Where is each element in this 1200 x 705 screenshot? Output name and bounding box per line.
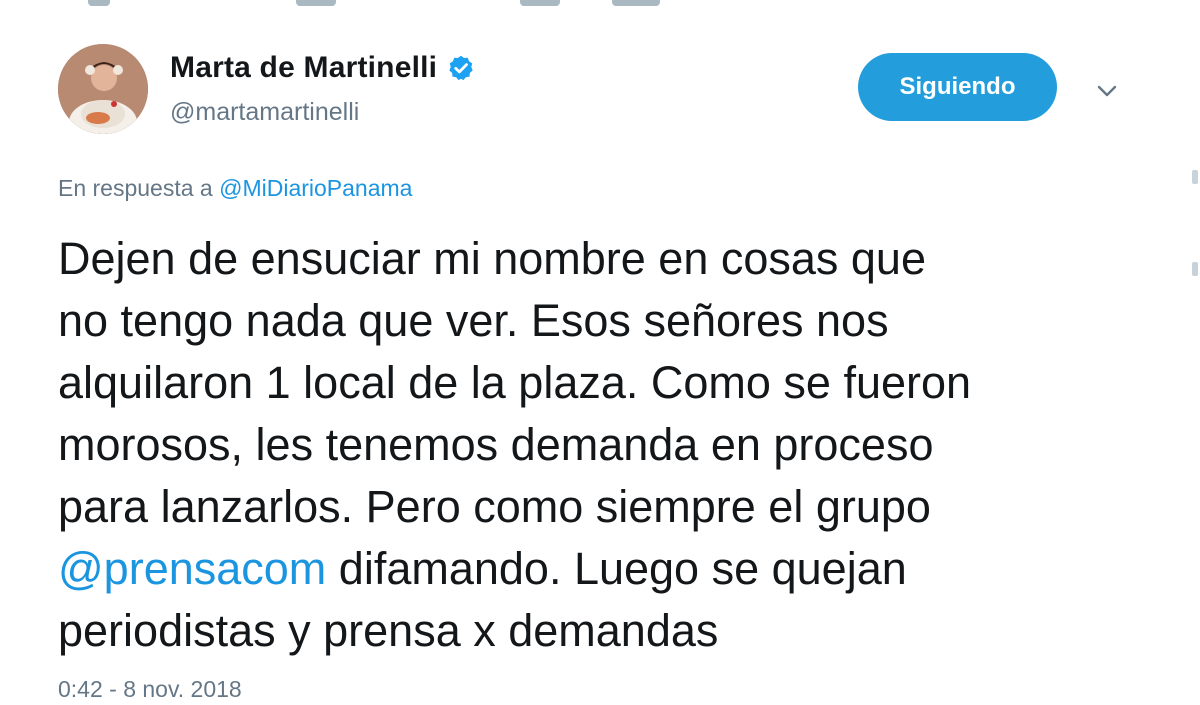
reply-context: En respuesta a @MiDiarioPanama <box>58 175 412 202</box>
tweet-text-line: para lanzarlos. Pero como siempre el gru… <box>58 476 1158 538</box>
avatar[interactable] <box>58 44 148 134</box>
tweet-text-segment: para lanzarlos. Pero como siempre el gru… <box>58 481 931 532</box>
tweet-text: Dejen de ensuciar mi nombre en cosas que… <box>58 228 1158 662</box>
tweet-text-segment: difamando. Luego se quejan <box>326 543 907 594</box>
user-name-text: Marta de Martinelli <box>170 51 438 84</box>
tweet-text-line: no tengo nada que ver. Esos señores nos <box>58 290 1158 352</box>
reply-to-mention[interactable]: @MiDiarioPanama <box>219 175 412 201</box>
reply-prefix: En respuesta a <box>58 175 213 201</box>
tweet-card: Marta de Martinelli @martamartinelli Sig… <box>0 0 1200 705</box>
tweet-text-segment: no tengo nada que ver. Esos señores nos <box>58 295 889 346</box>
tweet-text-segment: Dejen de ensuciar mi nombre en cosas que <box>58 233 926 284</box>
user-name[interactable]: Marta de Martinelli <box>170 51 475 85</box>
tweet-text-segment: alquilaron 1 local de la plaza. Como se … <box>58 357 972 408</box>
tweet-timestamp[interactable]: 0:42 - 8 nov. 2018 <box>58 676 242 703</box>
tweet-text-line: Dejen de ensuciar mi nombre en cosas que <box>58 228 1158 290</box>
chevron-down-icon[interactable] <box>1094 78 1120 104</box>
tweet-text-line: @prensacom difamando. Luego se quejan <box>58 538 1158 600</box>
verified-badge-icon <box>447 54 475 82</box>
tweet-mention-prensacom[interactable]: @prensacom <box>58 543 326 594</box>
user-handle[interactable]: @martamartinelli <box>170 98 359 127</box>
tweet-text-segment: periodistas y prensa x demandas <box>58 605 719 656</box>
tweet-text-line: morosos, les tenemos demanda en proceso <box>58 414 1158 476</box>
tweet-text-line: alquilaron 1 local de la plaza. Como se … <box>58 352 1158 414</box>
scrollbar[interactable] <box>1190 0 1200 705</box>
tweet-text-segment: morosos, les tenemos demanda en proceso <box>58 419 934 470</box>
avatar-image <box>58 44 148 134</box>
tweet-text-line: periodistas y prensa x demandas <box>58 600 1158 662</box>
following-button[interactable]: Siguiendo <box>858 53 1057 121</box>
previous-tweet-fragment <box>0 0 1200 14</box>
